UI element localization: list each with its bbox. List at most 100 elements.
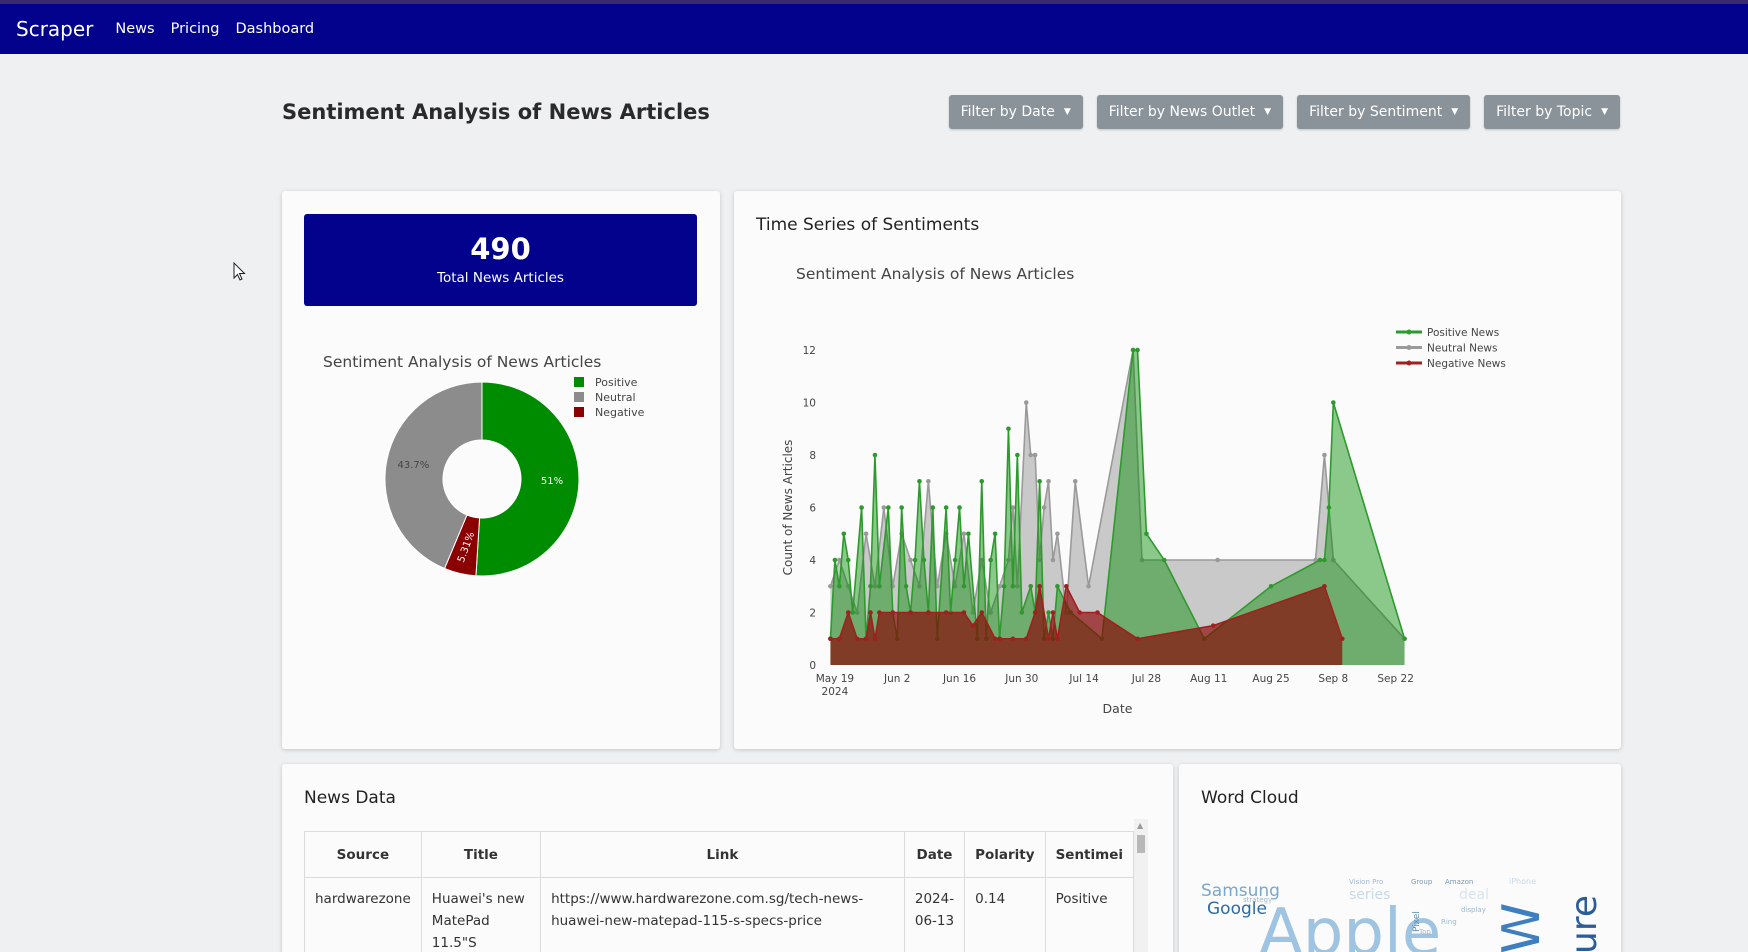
data-point[interactable]: [912, 557, 918, 563]
legend-label-neutral-news[interactable]: Neutral News: [1427, 343, 1497, 355]
brand-logo[interactable]: Scraper: [16, 17, 93, 41]
news-table-container[interactable]: Source Title Link Date Polarity Sentimei…: [304, 831, 1134, 952]
data-point[interactable]: [1046, 478, 1051, 484]
data-point[interactable]: [979, 610, 985, 615]
data-point[interactable]: [1331, 400, 1336, 405]
table-scrollbar[interactable]: ▲: [1134, 819, 1148, 952]
column-header-date[interactable]: Date: [903, 831, 966, 878]
data-point[interactable]: [1095, 610, 1100, 615]
cell-link[interactable]: https://www.hardwarezone.com.sg/tech-new…: [540, 877, 905, 952]
data-point[interactable]: [1006, 426, 1011, 432]
data-point[interactable]: [859, 505, 864, 510]
data-point[interactable]: [1050, 610, 1056, 615]
data-point[interactable]: [1161, 557, 1167, 563]
data-point[interactable]: [877, 610, 882, 615]
data-point[interactable]: [1037, 583, 1042, 589]
data-point[interactable]: [917, 478, 922, 484]
nav-link-news[interactable]: News: [115, 21, 154, 37]
data-point[interactable]: [1015, 452, 1020, 458]
data-point[interactable]: [1032, 610, 1038, 615]
data-point[interactable]: [1130, 347, 1136, 353]
data-point[interactable]: [877, 583, 882, 589]
data-point[interactable]: [908, 557, 913, 563]
data-point[interactable]: [1322, 557, 1327, 563]
data-point[interactable]: [930, 505, 936, 510]
data-point[interactable]: [1001, 583, 1007, 589]
data-point[interactable]: [1317, 557, 1323, 563]
filter-outlet-dropdown[interactable]: Filter by News Outlet ▼: [1096, 95, 1284, 129]
nav-link-dashboard[interactable]: Dashboard: [235, 21, 314, 37]
data-point[interactable]: [921, 557, 927, 563]
data-point[interactable]: [957, 505, 962, 510]
data-point[interactable]: [1210, 623, 1216, 628]
scroll-up-arrow-icon[interactable]: ▲: [1137, 821, 1143, 830]
column-header-sentiment[interactable]: Sentimei: [1044, 831, 1134, 878]
data-point[interactable]: [1322, 452, 1327, 458]
data-point[interactable]: [961, 583, 967, 589]
data-point[interactable]: [837, 583, 842, 589]
data-point[interactable]: [850, 610, 856, 615]
data-point[interactable]: [1326, 505, 1332, 510]
data-point[interactable]: [1023, 636, 1029, 642]
data-point[interactable]: [872, 636, 878, 642]
filter-sentiment-dropdown[interactable]: Filter by Sentiment ▼: [1297, 95, 1471, 129]
legend-label-positive-news[interactable]: Positive News: [1427, 327, 1499, 339]
data-point[interactable]: [943, 610, 949, 615]
data-point[interactable]: [886, 505, 891, 510]
data-point[interactable]: [863, 531, 869, 537]
data-point[interactable]: [828, 583, 833, 589]
data-point[interactable]: [1077, 610, 1082, 615]
data-point[interactable]: [1028, 583, 1034, 589]
data-point[interactable]: [1046, 610, 1051, 615]
data-point[interactable]: [868, 610, 873, 615]
table-row[interactable]: hardwarezone Huawei's new MatePad 11.5"S…: [304, 877, 1134, 952]
data-point[interactable]: [837, 636, 842, 642]
data-point[interactable]: [828, 636, 833, 642]
data-point[interactable]: [854, 636, 860, 642]
data-point[interactable]: [926, 610, 931, 615]
data-point[interactable]: [1037, 478, 1042, 484]
data-point[interactable]: [926, 478, 931, 484]
data-point[interactable]: [899, 505, 904, 510]
data-point[interactable]: [1010, 636, 1016, 642]
data-point[interactable]: [881, 505, 887, 510]
data-point[interactable]: [863, 636, 869, 642]
data-point[interactable]: [992, 636, 998, 642]
scrollbar-thumb[interactable]: [1137, 835, 1145, 853]
data-point[interactable]: [832, 557, 838, 563]
data-point[interactable]: [1046, 636, 1051, 642]
data-point[interactable]: [1339, 636, 1345, 642]
donut-chart[interactable]: 51%5.31%43.7%PositiveNeutralNegative: [282, 191, 720, 749]
data-point[interactable]: [961, 531, 967, 537]
filter-date-dropdown[interactable]: Filter by Date ▼: [948, 95, 1083, 129]
donut-slice-positive[interactable]: [475, 381, 580, 577]
data-point[interactable]: [1135, 636, 1140, 642]
data-point[interactable]: [1041, 505, 1047, 510]
data-point[interactable]: [1050, 557, 1056, 563]
data-point[interactable]: [872, 452, 878, 458]
data-point[interactable]: [992, 531, 998, 537]
legend-label-negative-news[interactable]: Negative News: [1427, 358, 1506, 370]
data-point[interactable]: [903, 583, 909, 589]
data-point[interactable]: [1402, 636, 1407, 642]
data-point[interactable]: [1268, 583, 1274, 589]
column-header-polarity[interactable]: Polarity: [964, 831, 1046, 878]
data-point[interactable]: [1215, 557, 1220, 563]
data-point[interactable]: [1023, 400, 1029, 405]
data-point[interactable]: [1055, 583, 1060, 589]
data-point[interactable]: [1064, 583, 1069, 589]
column-header-source[interactable]: Source: [304, 831, 422, 878]
data-point[interactable]: [1019, 610, 1025, 615]
data-point[interactable]: [1072, 478, 1078, 484]
timeseries-chart[interactable]: Sentiment Analysis of News Articles 0 2 4 6 8…: [734, 191, 1621, 749]
column-header-title[interactable]: Title: [420, 831, 542, 878]
data-point[interactable]: [1055, 636, 1060, 642]
data-point[interactable]: [943, 505, 949, 510]
data-point[interactable]: [1135, 347, 1140, 353]
data-point[interactable]: [1055, 531, 1060, 537]
data-point[interactable]: [997, 636, 1002, 642]
column-header-link[interactable]: Link: [540, 831, 905, 878]
data-point[interactable]: [1032, 452, 1038, 458]
data-point[interactable]: [845, 610, 851, 615]
data-point[interactable]: [1322, 583, 1327, 589]
